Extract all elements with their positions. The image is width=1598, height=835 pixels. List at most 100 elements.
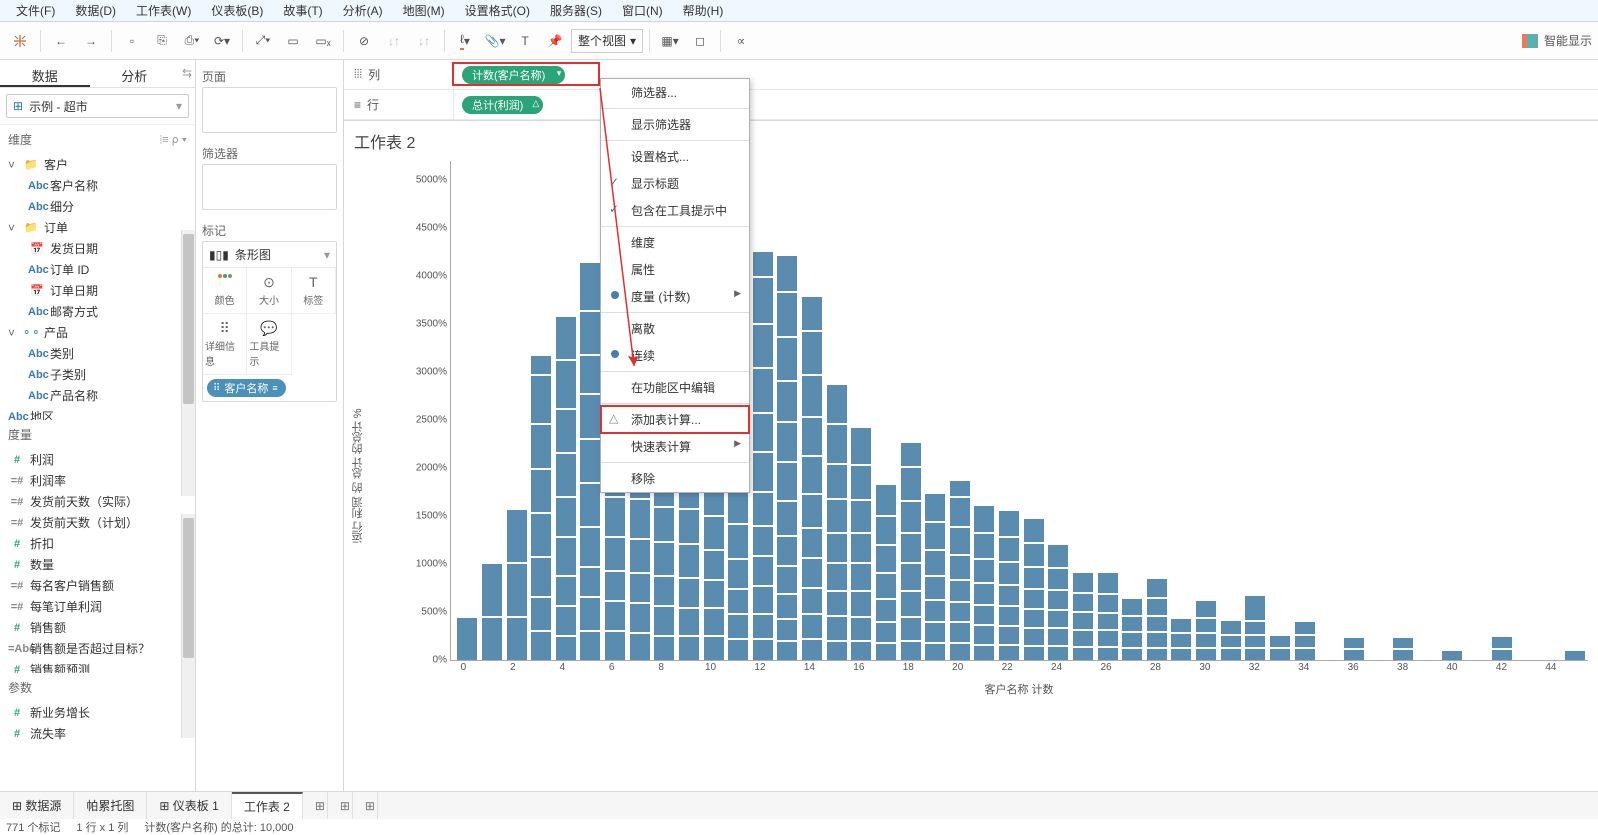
- bar[interactable]: [1120, 598, 1145, 660]
- bar[interactable]: [1268, 635, 1293, 660]
- smart-show-button[interactable]: 智能显示: [1522, 32, 1592, 49]
- menu-item[interactable]: 分析(A): [333, 2, 393, 19]
- datasource-selector[interactable]: ⊞ 示例 - 超市 ▾: [6, 94, 189, 118]
- menu-item[interactable]: 服务器(S): [540, 2, 612, 19]
- ctx-item[interactable]: ✓包含在工具提示中: [601, 197, 749, 224]
- ctx-item[interactable]: △添加表计算...: [601, 406, 749, 433]
- columns-pill[interactable]: 计数(客户名称)▾: [462, 66, 565, 84]
- pages-card[interactable]: [202, 87, 337, 133]
- tableau-logo-icon[interactable]: [6, 27, 34, 55]
- tab-data[interactable]: 数据: [0, 60, 90, 87]
- tree-item[interactable]: =#利润率: [0, 470, 195, 491]
- bar[interactable]: [849, 427, 874, 660]
- tree-item[interactable]: #销售额: [0, 617, 195, 638]
- bar[interactable]: [1440, 650, 1465, 660]
- share-icon[interactable]: ∝: [727, 27, 755, 55]
- bar[interactable]: [455, 617, 480, 660]
- tree-item[interactable]: 📅订单日期: [0, 280, 195, 301]
- swap-icon[interactable]: ⤢▾: [249, 27, 277, 55]
- bar[interactable]: [751, 251, 776, 660]
- save-icon[interactable]: ▫: [118, 27, 146, 55]
- mark-pill-customer[interactable]: ⠿ 客户名称 ≡: [207, 379, 286, 397]
- bar[interactable]: [874, 484, 899, 660]
- bar[interactable]: [1342, 637, 1367, 660]
- bar[interactable]: [1563, 650, 1588, 660]
- tree-item[interactable]: ˅⚬⚬产品: [0, 322, 195, 343]
- bar[interactable]: [1243, 595, 1268, 660]
- ctx-item[interactable]: ▶度量 (计数): [601, 283, 749, 310]
- bar[interactable]: [1218, 620, 1243, 660]
- bar[interactable]: [1145, 578, 1170, 660]
- bar[interactable]: [1046, 544, 1071, 660]
- attach-icon[interactable]: 📎▾: [481, 27, 509, 55]
- new-datasource-icon[interactable]: ⎘: [148, 27, 176, 55]
- tree-item[interactable]: ˅📁客户: [0, 154, 195, 175]
- bar[interactable]: [1021, 518, 1046, 660]
- bar[interactable]: [972, 505, 997, 660]
- sort2-icon[interactable]: ↓↑: [410, 27, 438, 55]
- sort-asc-icon[interactable]: ▭: [279, 27, 307, 55]
- ctx-item[interactable]: 移除: [601, 465, 749, 492]
- ctx-item[interactable]: 筛选器...: [601, 79, 749, 106]
- bar[interactable]: [1391, 637, 1416, 660]
- pin-icon[interactable]: 📌: [541, 27, 569, 55]
- tree-item[interactable]: =#每名客户销售额: [0, 575, 195, 596]
- totals-icon[interactable]: ↓↑: [380, 27, 408, 55]
- tree-item[interactable]: #流失率: [0, 723, 195, 744]
- tree-item[interactable]: =#发货前天数（实际）: [0, 491, 195, 512]
- label-icon[interactable]: T: [511, 27, 539, 55]
- tree-item[interactable]: Abc邮寄方式: [0, 301, 195, 322]
- chart[interactable]: 运行 利润 的 总计 的总计 % 0%500%1000%1500%2000%25…: [344, 161, 1598, 791]
- mark-color-button[interactable]: 颜色: [203, 268, 247, 314]
- mark-tooltip-button[interactable]: 💬工具提示: [247, 314, 291, 375]
- bar[interactable]: [1292, 621, 1317, 660]
- mark-size-button[interactable]: ⊙大小: [247, 268, 291, 314]
- menu-item[interactable]: 仪表板(B): [201, 2, 273, 19]
- menu-item[interactable]: 故事(T): [273, 2, 332, 19]
- menu-item[interactable]: 窗口(N): [612, 2, 673, 19]
- bar[interactable]: [554, 316, 579, 660]
- bar[interactable]: [1095, 572, 1120, 660]
- tree-item[interactable]: #利润: [0, 449, 195, 470]
- bar[interactable]: [824, 384, 849, 660]
- ctx-item[interactable]: 属性: [601, 256, 749, 283]
- tree-item[interactable]: Abc客户名称: [0, 175, 195, 196]
- bar[interactable]: [1169, 618, 1194, 660]
- menu-item[interactable]: 工作表(W): [126, 2, 201, 19]
- worksheet-title[interactable]: 工作表 2: [344, 121, 1598, 161]
- columns-shelf[interactable]: ⦙⦙⦙列 计数(客户名称)▾: [344, 60, 1598, 90]
- menu-item[interactable]: 帮助(H): [673, 2, 734, 19]
- tab-analysis[interactable]: 分析: [90, 60, 180, 87]
- redo-icon[interactable]: →: [77, 27, 105, 55]
- tab-menu-icon[interactable]: ⇆: [179, 60, 195, 87]
- new-tab-icon[interactable]: ⊞: [353, 792, 378, 819]
- menu-item[interactable]: 文件(F): [6, 2, 65, 19]
- dim-scrollbar[interactable]: [181, 230, 195, 496]
- dim-tools-icon[interactable]: ⦙≡ ⍴ ▾: [160, 133, 187, 147]
- show-cards-icon[interactable]: ▦▾: [656, 27, 684, 55]
- tree-item[interactable]: Abc产品名称: [0, 385, 195, 406]
- fit-dropdown[interactable]: 整个视图▾: [571, 29, 643, 53]
- sheet-tab[interactable]: ⊞ 数据源: [0, 792, 74, 819]
- tree-item[interactable]: Abc类别: [0, 343, 195, 364]
- mark-type-dropdown[interactable]: ▮▯▮ 条形图 ▾: [203, 242, 336, 268]
- bar[interactable]: [480, 563, 505, 660]
- bar[interactable]: [529, 355, 554, 660]
- new-tab-icon[interactable]: ⊞: [328, 792, 353, 819]
- bar[interactable]: [948, 480, 973, 660]
- tree-item[interactable]: #新业务增长: [0, 702, 195, 723]
- bar[interactable]: [800, 296, 825, 660]
- menu-item[interactable]: 数据(D): [65, 2, 126, 19]
- ctx-item[interactable]: 设置格式...: [601, 143, 749, 170]
- ctx-item[interactable]: ▶快速表计算: [601, 433, 749, 460]
- new-sheet-icon[interactable]: ⎙▾: [178, 27, 206, 55]
- highlight-icon[interactable]: ℓ▾: [451, 27, 479, 55]
- sheet-tab[interactable]: 工作表 2: [232, 792, 303, 819]
- bar[interactable]: [1071, 572, 1096, 660]
- tree-item[interactable]: =Abc销售额是否超过目标？: [0, 638, 195, 659]
- present-icon[interactable]: ◻: [686, 27, 714, 55]
- ctx-item[interactable]: 显示筛选器: [601, 111, 749, 138]
- ctx-item[interactable]: ✓显示标题: [601, 170, 749, 197]
- menu-item[interactable]: 地图(M): [393, 2, 455, 19]
- ctx-item[interactable]: 连续: [601, 342, 749, 369]
